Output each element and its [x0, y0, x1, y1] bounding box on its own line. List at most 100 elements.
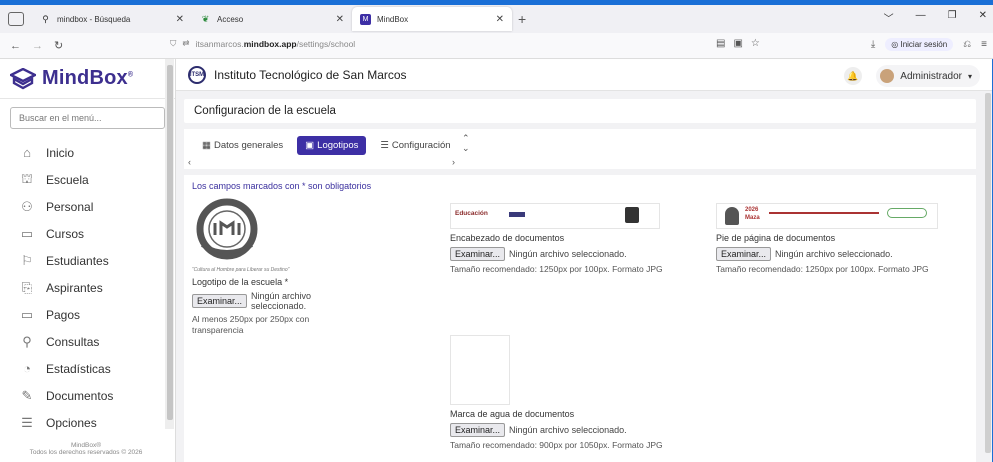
url-path: /settings/school — [296, 38, 356, 49]
sidebar-item-pagos[interactable]: ▭ Pagos — [0, 301, 175, 328]
doc-footer-hint: Tamaño recomendado: 1250px por 100px. Fo… — [716, 264, 929, 274]
graduation-icon: ⚐ — [21, 252, 33, 268]
search-icon: ⚲ — [22, 333, 32, 349]
doc-footer-preview-name: Maza — [745, 215, 760, 221]
school-logo-hint: Al menos 250px por 250px con transparenc… — [192, 314, 310, 335]
doc-header-hint: Tamaño recomendado: 1250px por 100px. Fo… — [450, 264, 663, 274]
back-icon[interactable]: ← — [10, 40, 22, 52]
chevron-down-icon[interactable]: ⌄ — [462, 143, 470, 154]
school-name: Instituto Tecnológico de San Marcos — [214, 67, 407, 82]
doc-footer-file-input[interactable]: Examinar... Ningún archivo seleccionado. — [716, 247, 976, 261]
school-logo-label: Logotipo de la escuela * — [192, 277, 289, 287]
close-icon[interactable]: ✕ — [336, 14, 344, 25]
school-logo-motto: “Cultura al Hombre para Liberar su Desti… — [192, 267, 290, 273]
document-icon: ✎ — [21, 387, 33, 403]
file-status: Ningún archivo seleccionado. — [775, 249, 893, 259]
download-icon[interactable]: ⤓ — [871, 39, 875, 50]
translate-icon[interactable]: ▣ — [733, 38, 742, 49]
browser-tab-mindbox[interactable]: M MindBox ✕ — [352, 7, 512, 31]
browser-tab-acceso[interactable]: ❦ Acceso ✕ — [192, 7, 352, 31]
minimize-icon[interactable]: — — [916, 10, 926, 25]
school-icon: ⛫ — [21, 170, 33, 186]
sidebar-item-label: Estadísticas — [46, 361, 111, 376]
browse-button[interactable]: Examinar... — [192, 294, 248, 308]
reload-icon[interactable]: ↻ — [54, 39, 66, 52]
sidebar-item-inicio[interactable]: ⌂ Inicio — [0, 139, 175, 166]
top-header: ITSM Instituto Tecnológico de San Marcos… — [176, 59, 992, 91]
url-domain: mindbox.app — [243, 38, 297, 49]
sidebar-item-documentos[interactable]: ✎ Documentos — [0, 382, 175, 409]
browse-button[interactable]: Examinar... — [450, 247, 506, 261]
tab-configuracion[interactable]: ☰ Configuración — [372, 136, 458, 155]
tab-overview-icon[interactable] — [8, 12, 24, 26]
browser-right-actions: ⤓ ◎ Iniciar sesión ⎌ ≡ — [871, 38, 987, 51]
chevron-down-icon[interactable]: ﹀ — [884, 10, 894, 25]
star-icon[interactable]: ☆ — [751, 38, 760, 49]
watermark-preview — [450, 335, 510, 405]
search-icon: ⚲ — [42, 13, 49, 24]
school-seal-icon: ITSM — [188, 65, 206, 84]
doc-footer-label: Pie de página de documentos — [716, 233, 836, 243]
required-note: Los campos marcados con * son obligatori… — [192, 181, 372, 191]
sidebar-item-label: Cursos — [46, 226, 85, 241]
sliders-icon: ☰ — [21, 414, 33, 430]
browse-button[interactable]: Examinar... — [716, 247, 772, 261]
watermark-file-input[interactable]: Examinar... Ningún archivo seleccionado. — [450, 423, 710, 437]
close-icon[interactable]: ✕ — [176, 14, 184, 25]
new-tab-icon[interactable]: + — [518, 11, 526, 27]
close-window-icon[interactable]: ✕ — [979, 10, 987, 25]
sidebar-item-estudiantes[interactable]: ⚐ Estudiantes — [0, 247, 175, 274]
tab-logotipos[interactable]: ▣ Logotipos — [297, 136, 367, 155]
watermark-label: Marca de agua de documentos — [450, 409, 575, 419]
shield-icon: ⛉ — [170, 38, 177, 48]
browser-tab-label: Acceso — [217, 14, 244, 24]
sidebar-item-estadisticas[interactable]: ◔ Estadísticas — [0, 355, 175, 382]
sidebar-item-personal[interactable]: ⚇ Personal — [0, 193, 175, 220]
building-icon: ▦ — [202, 140, 211, 151]
close-icon[interactable]: ✕ — [496, 14, 504, 25]
doc-footer-preview-logos — [887, 208, 927, 218]
forward-icon[interactable]: → — [32, 40, 44, 52]
maximize-icon[interactable]: ❐ — [948, 10, 957, 25]
main-scroll-thumb[interactable] — [985, 93, 991, 453]
sidebar-item-aspirantes[interactable]: ⎘ Aspirantes — [0, 274, 175, 301]
settings-tabs: ▦ Datos generales ▣ Logotipos ☰ Configuraci… — [194, 136, 459, 155]
sidebar-item-escuela[interactable]: ⛫ Escuela — [0, 166, 175, 193]
address-bar[interactable]: ⛉ ⇄ itsanmarcos.mindbox.app/settings/sch… — [170, 38, 355, 49]
chevron-right-icon[interactable]: › — [452, 157, 455, 167]
notifications-icon[interactable]: 🔔 — [844, 67, 862, 85]
sidebar: MindBox® Buscar en el menú... ⌂ Inicio ⛫ E… — [0, 59, 176, 462]
menu-search-input[interactable]: Buscar en el menú... — [10, 107, 165, 129]
doc-header-file-input[interactable]: Examinar... Ningún archivo seleccionado. — [450, 247, 700, 261]
sidebar-item-consultas[interactable]: ⚲ Consultas — [0, 328, 175, 355]
sidebar-item-label: Personal — [46, 199, 94, 214]
watermark-field: Marca de agua de documentos Examinar... … — [450, 335, 710, 451]
user-menu[interactable]: Administrador ▾ — [876, 65, 980, 87]
school-logo-file-input[interactable]: Examinar... Ningún archivo seleccionado. — [192, 291, 362, 311]
chevron-left-icon[interactable]: ‹ — [188, 157, 191, 167]
sidebar-item-label: Aspirantes — [46, 280, 103, 295]
window-controls: ﹀ — ❐ ✕ — [884, 10, 987, 25]
doc-header-preview: Educación — [450, 203, 660, 229]
sidebar-scroll-thumb[interactable] — [167, 65, 173, 420]
logos-form: Los campos marcados con * son obligatori… — [184, 175, 976, 462]
browser-tab-search[interactable]: ⚲ mindbox - Búsqueda ✕ — [32, 7, 192, 31]
sliders-icon: ☰ — [380, 140, 389, 151]
reader-icon[interactable]: ▤ — [716, 38, 725, 49]
sidebar-item-label: Documentos — [46, 388, 114, 403]
sidebar-item-label: Escuela — [46, 172, 89, 187]
browse-button[interactable]: Examinar... — [450, 423, 506, 437]
extensions-icon[interactable]: ⎌ — [963, 39, 971, 50]
menu-icon[interactable]: ≡ — [981, 39, 987, 50]
address-bar-actions: ▤ ▣ ☆ — [716, 38, 760, 49]
browser-tab-label: MindBox — [377, 14, 409, 24]
signin-button[interactable]: ◎ Iniciar sesión — [885, 38, 954, 51]
doc-header-preview-text: Educación — [455, 210, 488, 217]
brand-logo[interactable]: MindBox® — [0, 59, 175, 99]
sidebar-item-label: Opciones — [46, 415, 97, 430]
sidebar-item-cursos[interactable]: ▭ Cursos — [0, 220, 175, 247]
tab-datos-generales[interactable]: ▦ Datos generales — [194, 136, 291, 155]
chevron-down-icon: ▾ — [967, 71, 972, 81]
browser-toolbar: ← → ↻ ⛉ ⇄ itsanmarcos.mindbox.app/settin… — [0, 33, 993, 59]
sidebar-item-opciones[interactable]: ☰ Opciones — [0, 409, 175, 436]
